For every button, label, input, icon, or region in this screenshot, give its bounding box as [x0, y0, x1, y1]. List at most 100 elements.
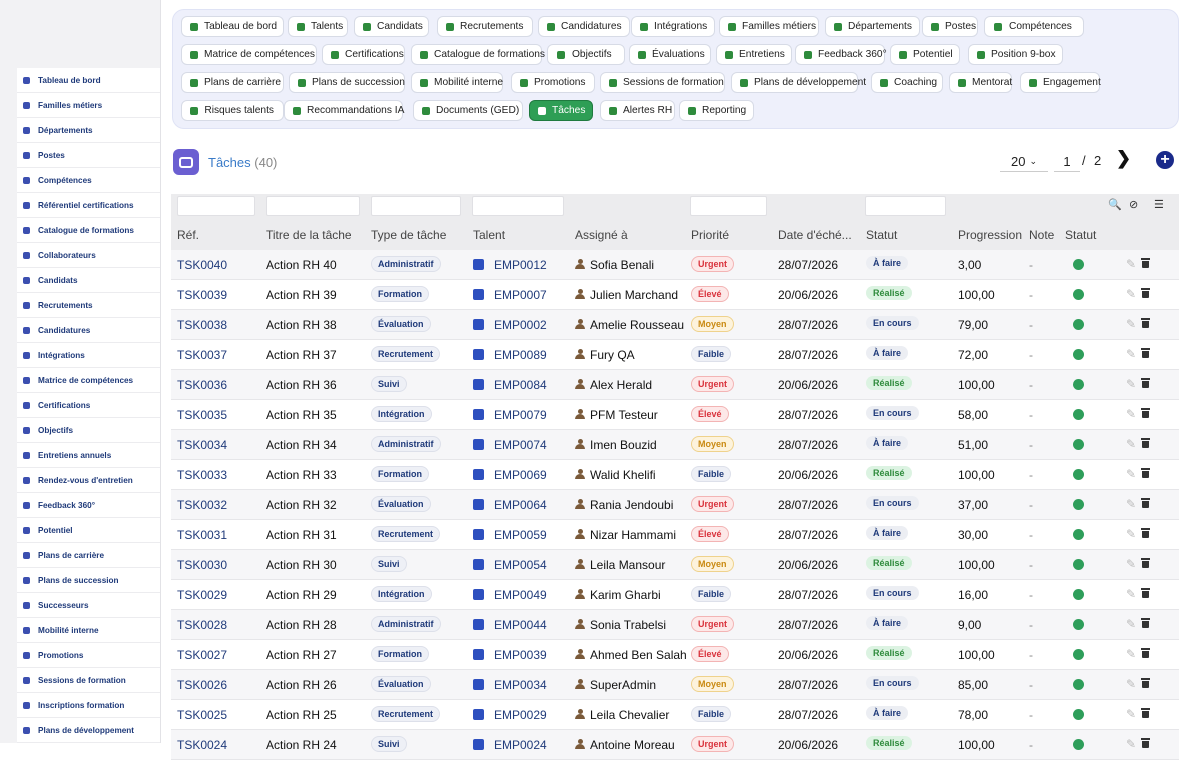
- sidebar-item[interactable]: Collaborateurs: [17, 243, 160, 268]
- module-tab[interactable]: Recrutements: [437, 16, 533, 37]
- sidebar-item[interactable]: Feedback 360°: [17, 493, 160, 518]
- column-header[interactable]: Priorité: [691, 228, 729, 242]
- module-tab[interactable]: Position 9-box: [968, 44, 1063, 65]
- table-row[interactable]: TSK0035 Action RH 35 Intégration EMP0079 PFM…: [171, 400, 1179, 430]
- table-row[interactable]: TSK0038 Action RH 38 Évaluation EMP0002 Amel…: [171, 310, 1179, 340]
- edit-icon[interactable]: ✎: [1126, 287, 1136, 301]
- trash-icon[interactable]: [1141, 678, 1150, 688]
- column-header[interactable]: Réf.: [177, 228, 199, 242]
- talent-link[interactable]: EMP0012: [494, 258, 547, 272]
- task-ref[interactable]: TSK0040: [177, 258, 227, 272]
- add-record-button[interactable]: +: [1156, 151, 1174, 169]
- module-tab[interactable]: Certifications: [322, 44, 405, 65]
- task-ref[interactable]: TSK0032: [177, 498, 227, 512]
- talent-link[interactable]: EMP0024: [494, 738, 547, 752]
- sidebar-item[interactable]: Entretiens annuels: [17, 443, 160, 468]
- edit-icon[interactable]: ✎: [1126, 587, 1136, 601]
- task-ref[interactable]: TSK0031: [177, 528, 227, 542]
- sidebar-item[interactable]: Rendez-vous d'entretien: [17, 468, 160, 493]
- talent-link[interactable]: EMP0029: [494, 708, 547, 722]
- current-page-input[interactable]: 1: [1054, 151, 1080, 172]
- sidebar-item[interactable]: Plans de développement: [17, 718, 160, 743]
- search-icon[interactable]: 🔍: [1108, 198, 1122, 211]
- edit-icon[interactable]: ✎: [1126, 437, 1136, 451]
- table-row[interactable]: TSK0024 Action RH 24 Suivi EMP0024 Antoine M…: [171, 730, 1179, 760]
- trash-icon[interactable]: [1141, 528, 1150, 538]
- trash-icon[interactable]: [1141, 738, 1150, 748]
- table-row[interactable]: TSK0027 Action RH 27 Formation EMP0039 Ahmed…: [171, 640, 1179, 670]
- trash-icon[interactable]: [1141, 378, 1150, 388]
- column-header[interactable]: Titre de la tâche: [266, 228, 352, 242]
- sidebar-item[interactable]: Compétences: [17, 168, 160, 193]
- trash-icon[interactable]: [1141, 558, 1150, 568]
- module-tab[interactable]: Potentiel: [890, 44, 960, 65]
- module-tab[interactable]: Plans de succession: [289, 72, 405, 93]
- filter-ref-input[interactable]: [177, 196, 255, 216]
- module-tab[interactable]: Alertes RH: [600, 100, 675, 121]
- trash-icon[interactable]: [1141, 498, 1150, 508]
- column-header[interactable]: Type de tâche: [371, 228, 446, 242]
- filter-title-input[interactable]: [266, 196, 360, 216]
- talent-link[interactable]: EMP0044: [494, 618, 547, 632]
- module-tab[interactable]: Plans de développement: [731, 72, 866, 93]
- trash-icon[interactable]: [1141, 258, 1150, 268]
- edit-icon[interactable]: ✎: [1126, 377, 1136, 391]
- sidebar-item[interactable]: Plans de succession: [17, 568, 160, 593]
- sidebar-item[interactable]: Postes: [17, 143, 160, 168]
- edit-icon[interactable]: ✎: [1126, 557, 1136, 571]
- table-row[interactable]: TSK0036 Action RH 36 Suivi EMP0084 Alex Hera…: [171, 370, 1179, 400]
- talent-link[interactable]: EMP0064: [494, 498, 547, 512]
- filter-priority-input[interactable]: [690, 196, 767, 216]
- edit-icon[interactable]: ✎: [1126, 677, 1136, 691]
- trash-icon[interactable]: [1141, 348, 1150, 358]
- task-ref[interactable]: TSK0035: [177, 408, 227, 422]
- sidebar-item[interactable]: Familles métiers: [17, 93, 160, 118]
- sidebar-item[interactable]: Promotions: [17, 643, 160, 668]
- sidebar-item[interactable]: Intégrations: [17, 343, 160, 368]
- edit-icon[interactable]: ✎: [1126, 347, 1136, 361]
- edit-icon[interactable]: ✎: [1126, 407, 1136, 421]
- module-tab[interactable]: Promotions: [511, 72, 595, 93]
- module-tab[interactable]: Plans de carrière: [181, 72, 284, 93]
- talent-link[interactable]: EMP0002: [494, 318, 547, 332]
- module-tab[interactable]: Postes: [922, 16, 978, 37]
- module-tab[interactable]: Sessions de formation: [600, 72, 725, 93]
- talent-link[interactable]: EMP0074: [494, 438, 547, 452]
- sidebar-item[interactable]: Candidats: [17, 268, 160, 293]
- table-row[interactable]: TSK0025 Action RH 25 Recrutement EMP0029 Lei…: [171, 700, 1179, 730]
- edit-icon[interactable]: ✎: [1126, 527, 1136, 541]
- edit-icon[interactable]: ✎: [1126, 317, 1136, 331]
- edit-icon[interactable]: ✎: [1126, 737, 1136, 751]
- talent-link[interactable]: EMP0069: [494, 468, 547, 482]
- column-header[interactable]: Statut: [1065, 228, 1096, 242]
- module-tab[interactable]: Feedback 360°: [795, 44, 887, 65]
- sidebar-item[interactable]: Plans de carrière: [17, 543, 160, 568]
- module-tab[interactable]: Évaluations: [629, 44, 711, 65]
- module-tab[interactable]: Familles métiers: [719, 16, 819, 37]
- edit-icon[interactable]: ✎: [1126, 467, 1136, 481]
- module-tab[interactable]: Compétences: [984, 16, 1084, 37]
- module-tab[interactable]: Matrice de compétences: [181, 44, 317, 65]
- task-ref[interactable]: TSK0038: [177, 318, 227, 332]
- task-ref[interactable]: TSK0034: [177, 438, 227, 452]
- module-tab[interactable]: Engagement: [1020, 72, 1101, 93]
- module-tab[interactable]: Entretiens: [716, 44, 792, 65]
- edit-icon[interactable]: ✎: [1126, 707, 1136, 721]
- column-list-icon[interactable]: ☰: [1154, 198, 1164, 211]
- edit-icon[interactable]: ✎: [1126, 257, 1136, 271]
- module-tab[interactable]: Candidatures: [538, 16, 630, 37]
- table-row[interactable]: TSK0033 Action RH 33 Formation EMP0069 Walid…: [171, 460, 1179, 490]
- sidebar-item[interactable]: Tableau de bord: [17, 68, 160, 93]
- module-tab[interactable]: Coaching: [871, 72, 943, 93]
- sidebar-item[interactable]: Mobilité interne: [17, 618, 160, 643]
- edit-icon[interactable]: ✎: [1126, 497, 1136, 511]
- sidebar-item[interactable]: Matrice de compétences: [17, 368, 160, 393]
- module-tab[interactable]: Objectifs: [547, 44, 625, 65]
- talent-link[interactable]: EMP0034: [494, 678, 547, 692]
- table-row[interactable]: TSK0026 Action RH 26 Évaluation EMP0034 Supe…: [171, 670, 1179, 700]
- table-row[interactable]: TSK0034 Action RH 34 Administratif EMP0074 I…: [171, 430, 1179, 460]
- trash-icon[interactable]: [1141, 708, 1150, 718]
- column-header[interactable]: Progression: [958, 228, 1022, 242]
- table-row[interactable]: TSK0040 Action RH 40 Administratif EMP0012 S…: [171, 250, 1179, 280]
- page-size-select[interactable]: 20 ⌄: [1000, 151, 1048, 172]
